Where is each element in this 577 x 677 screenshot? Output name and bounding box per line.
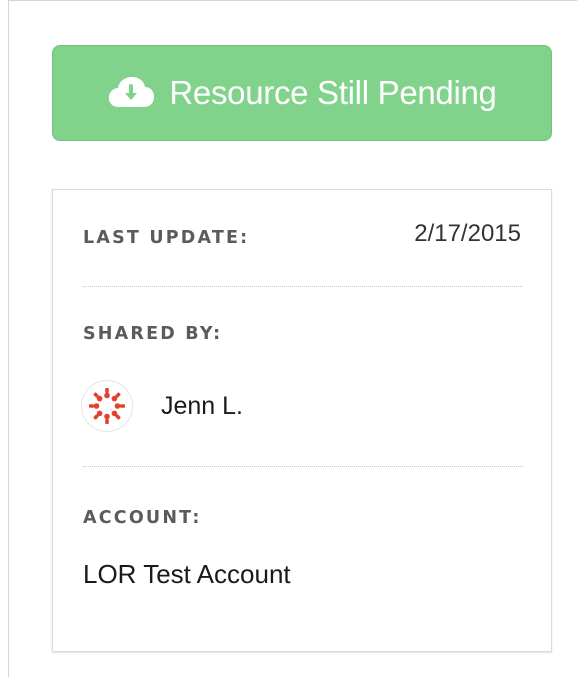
resource-pending-button[interactable]: Resource Still Pending xyxy=(52,45,552,141)
divider xyxy=(83,466,523,467)
resource-pending-label: Resource Still Pending xyxy=(169,74,497,111)
divider xyxy=(83,286,523,287)
last-update-label: LAST UPDATE: xyxy=(83,228,250,248)
account-value: LOR Test Account xyxy=(83,559,291,589)
avatar xyxy=(81,380,133,432)
last-update-value: 2/17/2015 xyxy=(414,220,521,247)
shared-by-label: SHARED BY: xyxy=(83,324,223,344)
resource-details-card: LAST UPDATE: 2/17/2015 SHARED BY: Jenn L… xyxy=(52,189,552,652)
cloud-download-icon xyxy=(107,76,155,110)
canvas-logo-icon xyxy=(89,388,125,424)
shared-by-name[interactable]: Jenn L. xyxy=(161,392,243,421)
sharer-row: Jenn L. xyxy=(81,380,243,432)
account-label: ACCOUNT: xyxy=(83,508,202,528)
